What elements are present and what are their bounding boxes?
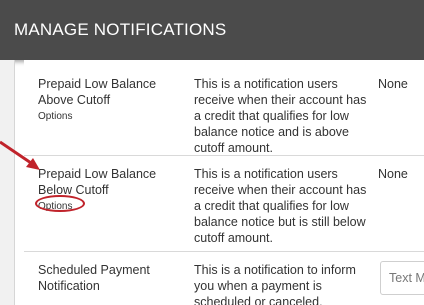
highlight-oval <box>35 195 85 212</box>
notification-description: This is a notification to inform you whe… <box>194 263 356 305</box>
pointer-arrow-icon <box>0 140 40 170</box>
notification-name-cell: Scheduled Payment Notification <box>38 262 188 294</box>
notification-description: This is a notification users receive whe… <box>194 167 367 245</box>
table-row: Prepaid Low Balance Above Cutoff Options… <box>24 60 424 155</box>
notification-channel[interactable]: None <box>378 76 424 92</box>
panel-header: MANAGE NOTIFICATIONS <box>0 0 424 60</box>
notification-name: Scheduled Payment Notification <box>38 263 150 293</box>
notification-description: This is a notification users receive whe… <box>194 77 367 155</box>
page-title: MANAGE NOTIFICATIONS <box>14 20 227 39</box>
notifications-panel: MANAGE NOTIFICATIONS Prepaid Low Balance… <box>0 0 424 305</box>
channel-select[interactable]: Text Me <box>380 261 424 295</box>
notification-name: Prepaid Low Balance Above Cutoff <box>38 77 157 107</box>
notification-name-cell: Prepaid Low Balance Above Cutoff Options <box>38 76 188 123</box>
notification-name: Prepaid Low Balance Below Cutoff <box>38 167 157 197</box>
table-row: Scheduled Payment Notification This is a… <box>24 252 424 305</box>
options-link[interactable]: Options <box>38 110 188 123</box>
notification-channel[interactable]: None <box>378 166 424 182</box>
left-gutter <box>0 60 15 305</box>
